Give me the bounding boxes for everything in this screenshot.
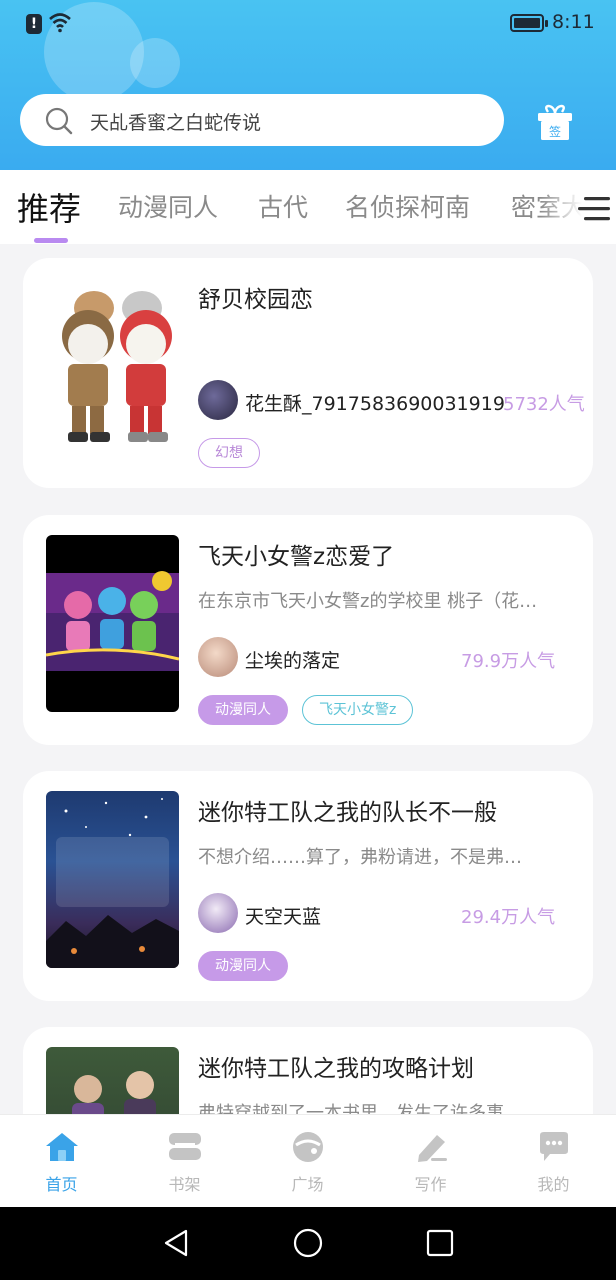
book-cover — [46, 791, 179, 968]
book-title: 舒贝校园恋 — [198, 287, 313, 313]
tab-recommend[interactable]: 推荐 — [17, 184, 81, 230]
tab-detective-conan[interactable]: 名侦探柯南 — [345, 188, 470, 224]
search-bar[interactable]: 天乩香蜜之白蛇传说 — [20, 94, 504, 146]
recent-apps-icon[interactable] — [424, 1227, 456, 1259]
search-placeholder: 天乩香蜜之白蛇传说 — [90, 112, 262, 134]
wifi-icon — [49, 13, 71, 33]
active-tab-indicator — [34, 238, 68, 243]
category-menu-icon[interactable] — [578, 194, 612, 224]
nav-label: 写作 — [414, 1175, 447, 1194]
category-tabs: 推荐 动漫同人 古代 名侦探柯南 密室大 — [0, 170, 616, 244]
nav-write[interactable]: 写作 — [369, 1115, 492, 1208]
nav-bookshelf[interactable]: 书架 — [123, 1115, 246, 1208]
nav-label: 书架 — [168, 1175, 201, 1194]
system-navigation-bar — [0, 1207, 616, 1280]
status-bar: ! 8:11 — [0, 0, 616, 48]
header: ! 8:11 天乩香蜜之白蛇传说 签 — [0, 0, 616, 170]
plaza-icon — [293, 1132, 323, 1162]
nav-profile[interactable]: 我的 — [492, 1115, 615, 1208]
nav-label: 广场 — [291, 1175, 324, 1194]
book-description: 不想介绍……算了，弗粉请进，不是弗… — [198, 847, 522, 868]
popularity-count: 29.4万人气 — [461, 907, 556, 928]
book-tag[interactable]: 动漫同人 — [198, 951, 288, 981]
write-icon — [418, 1135, 447, 1162]
book-title: 迷你特工队之我的攻略计划 — [198, 1056, 474, 1082]
status-time: 8:11 — [552, 11, 595, 33]
tab-anime-fanfic[interactable]: 动漫同人 — [118, 188, 218, 224]
search-icon — [45, 107, 73, 135]
profile-icon — [540, 1132, 568, 1161]
author-name: 天空天蓝 — [245, 906, 322, 928]
book-tag[interactable]: 动漫同人 — [198, 695, 288, 725]
home-icon — [46, 1133, 78, 1161]
book-tag[interactable]: 飞天小女警z — [302, 695, 414, 725]
nav-home[interactable]: 首页 — [0, 1115, 123, 1208]
alert-icon: ! — [26, 14, 42, 34]
author-avatar — [198, 893, 238, 933]
bookshelf-icon — [169, 1133, 201, 1160]
author-avatar — [198, 380, 238, 420]
gift-label: 签 — [549, 124, 561, 139]
battery-icon — [510, 14, 548, 32]
book-card[interactable]: 迷你特工队之我的队长不一般 不想介绍……算了，弗粉请进，不是弗… 天空天蓝 29… — [23, 771, 593, 1001]
tab-ancient[interactable]: 古代 — [258, 188, 308, 224]
author-name: 花生酥_7917583690031919 — [245, 393, 505, 415]
bottom-navigation: 首页 书架 广场 写作 我的 — [0, 1114, 616, 1207]
book-tag[interactable]: 幻想 — [198, 438, 260, 468]
book-title: 飞天小女警z恋爱了 — [198, 544, 395, 570]
nav-label: 我的 — [537, 1175, 570, 1194]
book-description: 在东京市飞天小女警z的学校里 桃子（花… — [198, 591, 538, 612]
book-title: 迷你特工队之我的队长不一般 — [198, 800, 497, 826]
author-name: 尘埃的落定 — [245, 650, 341, 672]
popularity-count: 79.9万人气 — [461, 651, 556, 672]
popularity-count: 5732人气 — [503, 394, 585, 415]
home-circle-icon[interactable] — [292, 1227, 324, 1259]
book-cover — [46, 278, 179, 455]
gift-checkin-icon[interactable]: 签 — [536, 104, 574, 142]
nav-label: 首页 — [45, 1175, 78, 1194]
book-card[interactable]: 飞天小女警z恋爱了 在东京市飞天小女警z的学校里 桃子（花… 尘埃的落定 79.… — [23, 515, 593, 745]
back-icon[interactable] — [160, 1227, 192, 1259]
book-cover — [46, 535, 179, 712]
nav-plaza[interactable]: 广场 — [246, 1115, 369, 1208]
book-card[interactable]: 舒贝校园恋 花生酥_7917583690031919 5732人气 幻想 — [23, 258, 593, 488]
author-avatar — [198, 637, 238, 677]
